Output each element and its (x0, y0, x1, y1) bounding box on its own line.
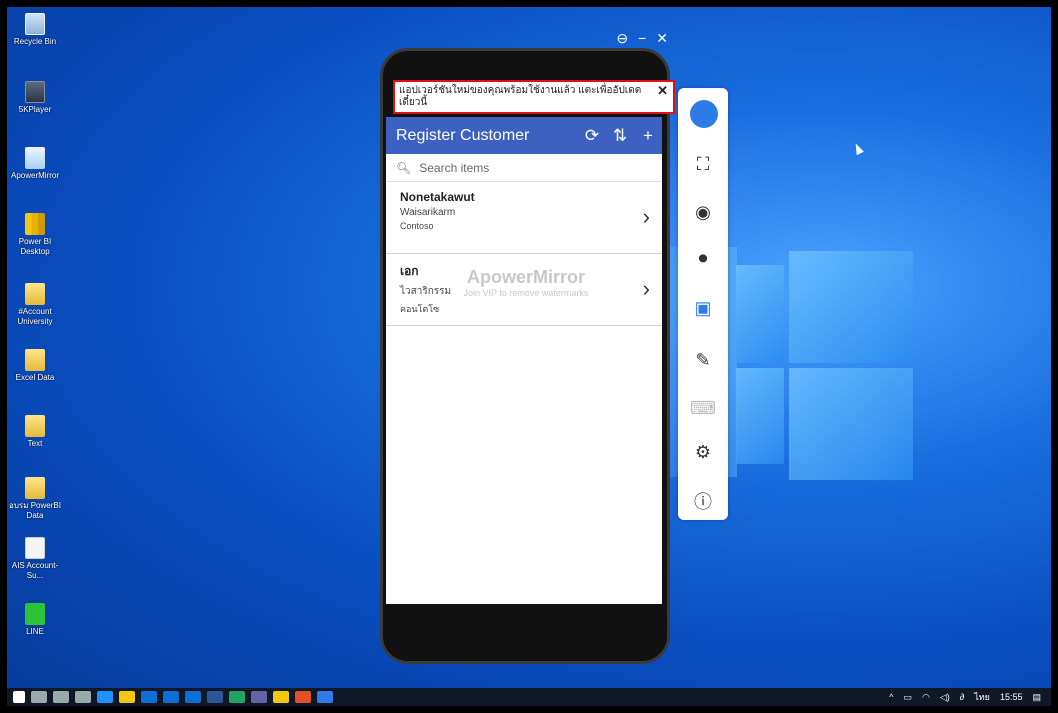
desktop-icon-label: Power BI Desktop (18, 237, 52, 256)
watermark: ApowerMirror Join VIP to remove watermar… (436, 267, 616, 298)
folder-icon (25, 349, 45, 371)
power-bi-icon[interactable] (273, 691, 289, 703)
windows-logo-pane (789, 251, 913, 363)
item-surname: Waisarikarm (400, 207, 456, 218)
desktop-icon-label: Excel Data (15, 373, 55, 382)
folder-icon (25, 477, 45, 499)
desktop-icon-apowermirror[interactable]: ApowerMirror (7, 147, 63, 181)
close-icon[interactable]: ✕ (657, 84, 668, 97)
help-icon[interactable]: ⓘ (678, 488, 728, 514)
network-icon[interactable]: ▭ (903, 692, 912, 703)
mirror-toolbar: ⛶ ◉ ⏺ ▣ ✎ ⌨ ⚙ ⓘ (678, 88, 728, 520)
task-view-icon[interactable] (75, 691, 91, 703)
user-avatar[interactable] (690, 100, 718, 128)
mirror-window-controls: ⊖ − ✕ (606, 30, 672, 50)
notification-text: แอปเวอร์ชันใหม่ของคุณพร้อมใช้งานแล้ว แตะ… (399, 85, 642, 108)
desktop-icon-line[interactable]: LINE (7, 603, 63, 637)
desktop-icon-label: #Account University (17, 307, 53, 326)
apowermirror-icon[interactable] (317, 691, 333, 703)
edge-icon[interactable] (97, 691, 113, 703)
pen-icon[interactable]: ✎ (678, 350, 728, 371)
desktop-icon-text[interactable]: Text (7, 415, 63, 449)
desktop-icon-ais-account[interactable]: AIS Account-Su... (7, 537, 63, 581)
taskbar: ^ ▭ ◠ ◁) ∂ ไทย 15:55 ▤ (7, 688, 1051, 706)
cast-icon[interactable]: ▣ (678, 298, 728, 319)
desktop-icon-powerbi-data[interactable]: อบรม PowerBI Data (7, 477, 63, 521)
record-icon[interactable]: ⏺ (678, 248, 728, 269)
search-icon: 🔍︎ (396, 160, 412, 175)
desktop-icon-5kplayer[interactable]: 5KPlayer (7, 81, 63, 115)
close-button[interactable]: ✕ (656, 30, 668, 50)
apowermirror-icon (25, 147, 45, 169)
start-icon[interactable] (13, 691, 25, 703)
pin-icon[interactable]: ⊖ (616, 30, 628, 50)
desktop-icon-label: Recycle Bin (13, 37, 57, 46)
word-icon[interactable] (207, 691, 223, 703)
cortana-icon[interactable] (53, 691, 69, 703)
windows-logo-pane (736, 265, 784, 363)
add-icon[interactable]: + (634, 126, 662, 146)
list-item[interactable]: Nonetakawut Waisarikarm Contoso › (386, 182, 662, 254)
system-tray: ^ ▭ ◠ ◁) ∂ ไทย 15:55 ▤ (889, 688, 1041, 706)
fullscreen-icon[interactable]: ⛶ (678, 154, 728, 175)
language-indicator[interactable]: ไทย (974, 690, 990, 704)
app-screen: Register Customer ⟳ ⇅ + 🔍︎ Search items … (386, 117, 662, 604)
pen-icon[interactable]: ∂ (960, 692, 964, 702)
search-icon[interactable] (31, 691, 47, 703)
chevron-right-icon[interactable]: › (643, 204, 650, 230)
document-icon (25, 537, 45, 559)
watermark-brand: ApowerMirror (466, 267, 585, 287)
desktop-icon-label: Text (27, 439, 43, 448)
refresh-icon[interactable]: ⟳ (578, 126, 606, 146)
desktop-icon-excel-data[interactable]: Excel Data (7, 349, 63, 383)
store-icon[interactable] (141, 691, 157, 703)
desktop-icon-label: อบรม PowerBI Data (9, 501, 61, 520)
file-explorer-icon[interactable] (119, 691, 135, 703)
mouse-cursor (852, 141, 864, 156)
desktop-icon-label: AIS Account-Su... (11, 561, 59, 580)
mail-icon[interactable] (163, 691, 179, 703)
outlook-icon[interactable] (185, 691, 201, 703)
folder-icon (25, 283, 45, 305)
desktop-icon-label: 5KPlayer (18, 105, 52, 114)
settings-icon[interactable]: ⚙ (678, 442, 728, 463)
chevron-up-icon[interactable]: ^ (889, 692, 893, 702)
minimize-button[interactable]: − (638, 30, 646, 50)
screenshot-icon[interactable]: ◉ (678, 202, 728, 223)
desktop-icon-account-university[interactable]: #Account University (7, 283, 63, 327)
page-title: Register Customer (396, 126, 530, 144)
windows-logo-pane (789, 368, 913, 480)
desktop-icon-recycle-bin[interactable]: Recycle Bin (7, 13, 63, 47)
chevron-right-icon[interactable]: › (643, 276, 650, 302)
line-app-icon (25, 603, 45, 625)
volume-icon[interactable]: ◁) (940, 692, 950, 703)
search-input[interactable]: Search items (419, 161, 489, 175)
item-name: Nonetakawut (400, 190, 475, 204)
item-company: Contoso (400, 221, 434, 231)
desktop-icon-label: LINE (26, 627, 44, 636)
teams-icon[interactable] (251, 691, 267, 703)
item-company: คอนโตโซ (400, 304, 440, 314)
app-icon[interactable] (229, 691, 245, 703)
update-notification[interactable]: แอปเวอร์ชันใหม่ของคุณพร้อมใช้งานแล้ว แตะ… (393, 80, 675, 114)
power-bi-icon (25, 213, 45, 235)
sort-icon[interactable]: ⇅ (606, 126, 634, 146)
clock[interactable]: 15:55 (1000, 692, 1023, 702)
watermark-note: Join VIP to remove watermarks (463, 288, 589, 298)
recycle-bin-icon (25, 13, 45, 35)
browser-icon[interactable] (295, 691, 311, 703)
folder-icon (25, 415, 45, 437)
notifications-icon[interactable]: ▤ (1032, 692, 1041, 703)
windows-logo-pane (736, 368, 784, 464)
keyboard-icon[interactable]: ⌨ (678, 398, 728, 419)
search-box[interactable]: 🔍︎ Search items (386, 154, 662, 182)
5kplayer-icon (25, 81, 45, 103)
desktop-icon-label: ApowerMirror (10, 171, 59, 180)
wifi-icon[interactable]: ◠ (922, 692, 930, 703)
desktop-icon-power-bi[interactable]: Power BI Desktop (7, 213, 63, 257)
app-header: Register Customer ⟳ ⇅ + (386, 117, 662, 154)
